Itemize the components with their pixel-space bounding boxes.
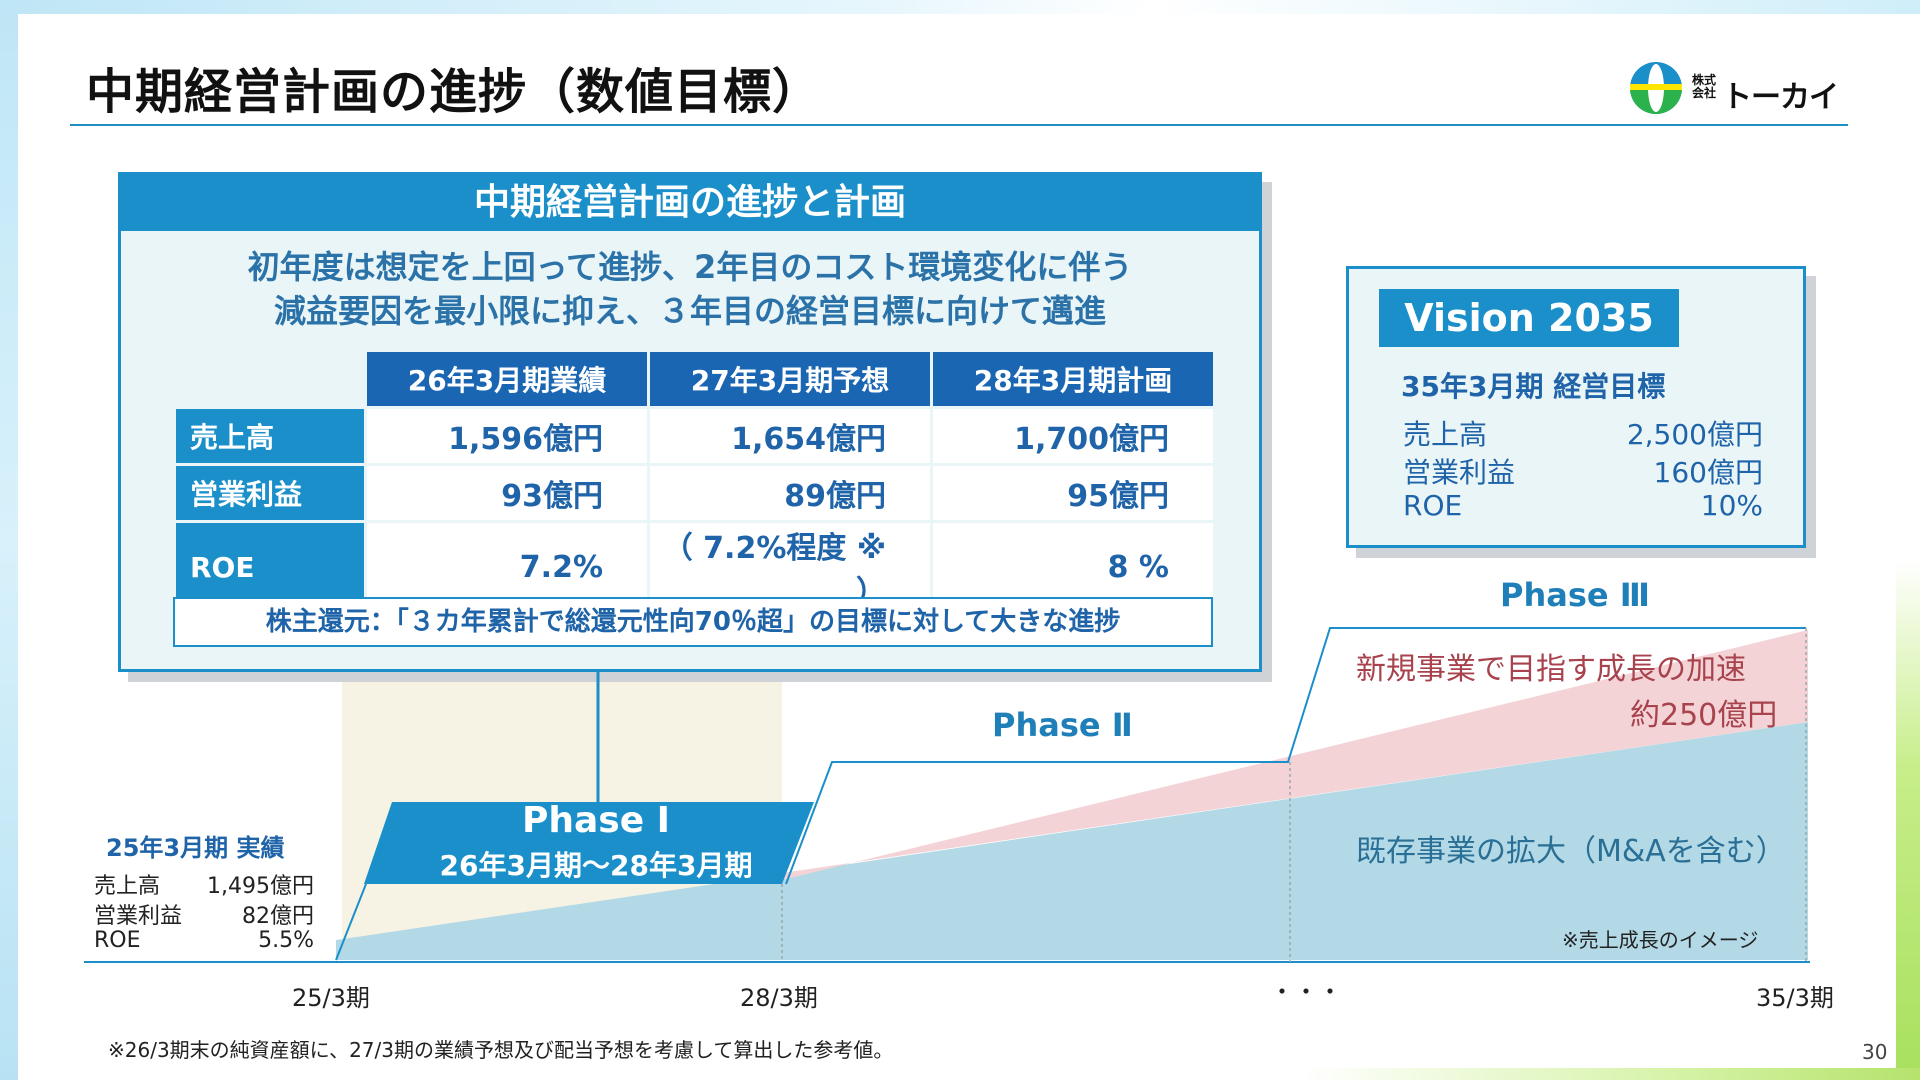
phase1-title: Phase Ⅰ (521, 800, 671, 841)
actual-row: 売上高 1,495億円 (94, 868, 314, 900)
actual-row-value: 5.5% (258, 928, 314, 953)
phase3-title: Phase Ⅲ (1500, 576, 1650, 614)
actual-title: 25年3月期 実績 (106, 834, 285, 862)
page-number: 30 (1862, 1040, 1888, 1064)
image-note: ※売上成長のイメージ (1562, 928, 1759, 952)
actual-row-label: ROE (94, 928, 141, 953)
actual-row-label: 営業利益 (94, 904, 183, 929)
new-business-label: 新規事業で目指す成長の加速 (1356, 652, 1746, 687)
tick-label: 28/3期 (740, 984, 818, 1012)
tick-label: ・・・ (1270, 978, 1342, 1006)
tick-label: 25/3期 (292, 984, 370, 1012)
actual-row-label: 売上高 (94, 874, 161, 899)
footnote: ※26/3期末の純資産額に、27/3期の業績予想及び配当予想を考慮して算出した参… (108, 1038, 894, 1062)
phase1-range: 26年3月期～28年3月期 (439, 849, 753, 882)
actual-row-value: 1,495億円 (207, 874, 314, 899)
new-business-amount: 約250億円 (1630, 698, 1778, 733)
actual-row-value: 82億円 (242, 904, 314, 929)
actual-row: 営業利益 82億円 (94, 898, 314, 930)
existing-business-label: 既存事業の拡大（M&Aを含む） (1356, 834, 1786, 869)
phase2-title: Phase Ⅱ (992, 706, 1133, 744)
tick-label: 35/3期 (1756, 984, 1834, 1012)
actual-row: ROE 5.5% (94, 928, 314, 953)
